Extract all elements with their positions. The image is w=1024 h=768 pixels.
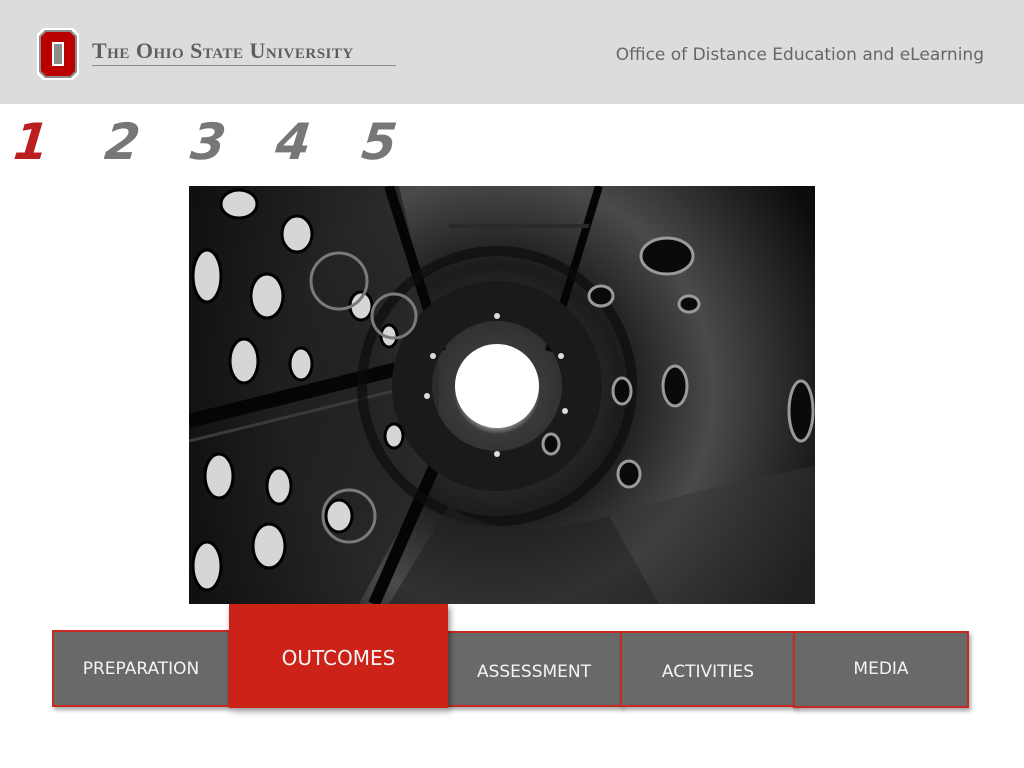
header-bar: The Ohio State University Office of Dist… bbox=[0, 0, 1024, 104]
step-indicator: 1 2 3 4 5 bbox=[11, 112, 448, 172]
university-name-rule bbox=[92, 65, 396, 66]
tab-outcomes-label: OUTCOMES bbox=[281, 646, 396, 670]
slide: The Ohio State University Office of Dist… bbox=[0, 0, 1024, 768]
tab-outcomes[interactable]: OUTCOMES bbox=[229, 604, 448, 708]
step-4[interactable]: 4 bbox=[273, 112, 314, 172]
tab-activities[interactable]: ACTIVITIES bbox=[620, 631, 796, 707]
tunnel-photo bbox=[189, 186, 815, 604]
tab-preparation-label: PREPARATION bbox=[82, 658, 200, 679]
tab-activities-label: ACTIVITIES bbox=[661, 661, 755, 682]
tab-preparation[interactable]: PREPARATION bbox=[52, 630, 230, 707]
tab-assessment-label: ASSESSMENT bbox=[476, 661, 592, 682]
step-5[interactable]: 5 bbox=[359, 112, 400, 172]
office-name: Office of Distance Education and eLearni… bbox=[615, 45, 984, 65]
tab-media[interactable]: MEDIA bbox=[793, 631, 969, 708]
step-1[interactable]: 1 bbox=[11, 112, 52, 172]
university-name: The Ohio State University bbox=[92, 38, 354, 63]
block-o-logo-icon bbox=[37, 28, 79, 80]
tab-assessment[interactable]: ASSESSMENT bbox=[446, 631, 622, 707]
step-2[interactable]: 2 bbox=[102, 112, 143, 172]
step-3[interactable]: 3 bbox=[187, 112, 229, 172]
tab-media-label: MEDIA bbox=[853, 658, 909, 679]
